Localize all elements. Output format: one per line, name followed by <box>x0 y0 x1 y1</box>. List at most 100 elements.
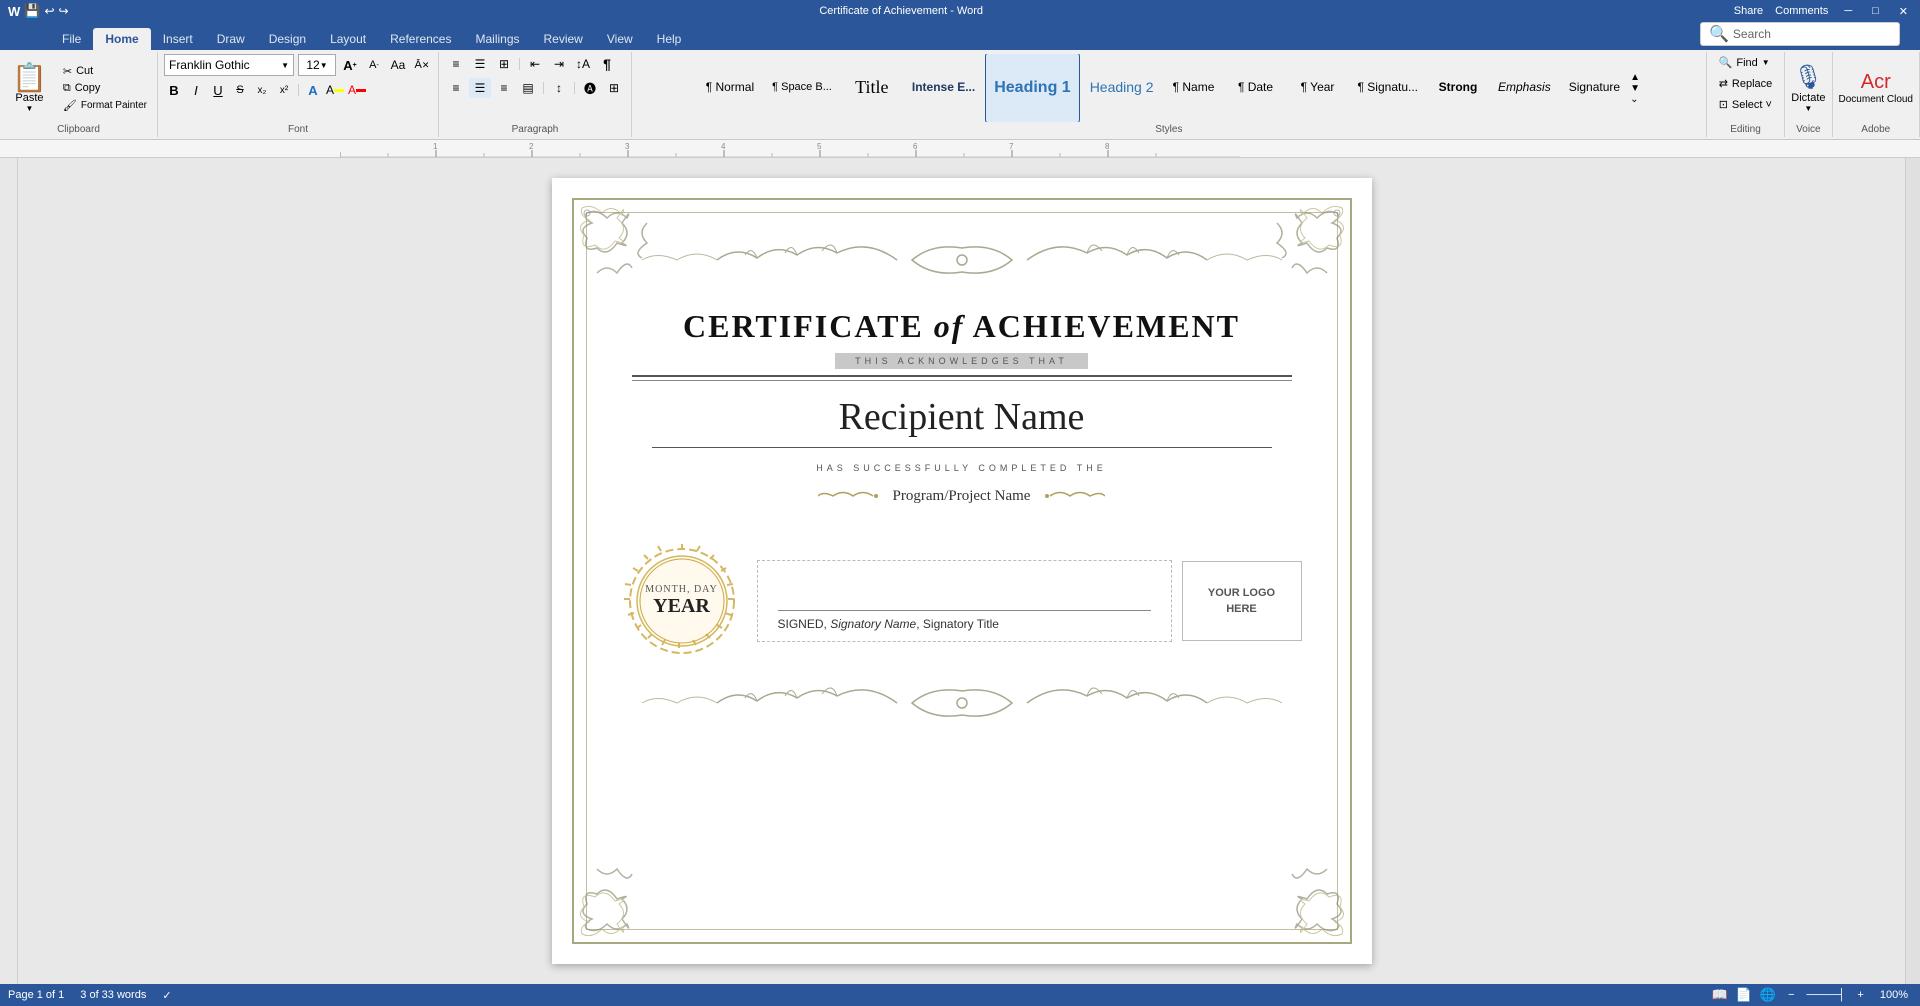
view-print-layout[interactable]: 📄 <box>1736 987 1752 1003</box>
style-normal[interactable]: ¶ Normal <box>698 54 762 122</box>
style-date[interactable]: ¶ Date <box>1226 54 1286 122</box>
zoom-out[interactable]: − <box>1784 989 1798 1001</box>
share-button[interactable]: Share <box>1734 5 1763 18</box>
document-cloud-button[interactable]: Acr Document Cloud <box>1839 71 1913 105</box>
word-logo: W <box>8 4 20 19</box>
font-size-selector[interactable]: 12 ▼ <box>298 54 336 76</box>
copy-icon: ⧉ <box>63 82 71 95</box>
font-name-dropdown[interactable]: ▼ <box>281 61 289 70</box>
cut-button[interactable]: ✂ Cut <box>59 64 151 79</box>
quick-access-save[interactable]: 💾 <box>24 3 40 19</box>
comments-button[interactable]: Comments <box>1775 5 1828 18</box>
tab-layout[interactable]: Layout <box>318 28 378 50</box>
tab-help[interactable]: Help <box>645 28 694 50</box>
decrease-indent-button[interactable]: ⇤ <box>524 54 546 74</box>
increase-indent-button[interactable]: ⇥ <box>548 54 570 74</box>
strikethrough-button[interactable]: S <box>230 80 250 100</box>
show-hide-button[interactable]: ¶ <box>596 54 618 74</box>
tab-view[interactable]: View <box>595 28 645 50</box>
tab-design[interactable]: Design <box>257 28 318 50</box>
underline-button[interactable]: U <box>208 80 228 100</box>
line-spacing-button[interactable]: ↕ <box>548 78 570 98</box>
bullets-button[interactable]: ≡ <box>445 54 467 74</box>
borders-button[interactable]: ⊞ <box>603 78 625 98</box>
font-shrink-button[interactable]: A- <box>364 55 384 75</box>
svg-text:6: 6 <box>913 142 918 151</box>
replace-button[interactable]: ⇄ Replace <box>1713 75 1779 92</box>
font-size-dropdown[interactable]: ▼ <box>320 61 328 70</box>
align-center-button[interactable]: ☰ <box>469 78 491 98</box>
text-effects-button[interactable]: A <box>303 80 323 100</box>
style-space-before[interactable]: ¶ Space B... <box>764 54 840 122</box>
clear-formatting-button[interactable]: Ā✕ <box>412 55 432 75</box>
justify-button[interactable]: ▤ <box>517 78 539 98</box>
highlight-color-button[interactable]: A <box>325 80 345 100</box>
paste-button[interactable]: 📋 Paste ▼ <box>6 62 53 115</box>
italic-button[interactable]: I <box>186 80 206 100</box>
cert-program-section: Program/Project Name <box>602 486 1322 506</box>
style-name[interactable]: ¶ Name <box>1164 54 1224 122</box>
style-heading2-preview: Heading 2 <box>1090 79 1154 96</box>
search-bar[interactable]: 🔍 Search <box>1700 22 1900 46</box>
tab-review[interactable]: Review <box>532 28 595 50</box>
align-right-button[interactable]: ≡ <box>493 78 515 98</box>
tab-references[interactable]: References <box>378 28 463 50</box>
search-input[interactable]: Search <box>1733 27 1771 41</box>
multilevel-button[interactable]: ⊞ <box>493 54 515 74</box>
subscript-button[interactable]: x₂ <box>252 80 272 100</box>
style-emphasis[interactable]: Emphasis <box>1490 54 1559 122</box>
zoom-slider[interactable]: ────┤ <box>1806 989 1845 1001</box>
bold-button[interactable]: B <box>164 80 184 100</box>
styles-scroll-down[interactable]: ▼ <box>1630 83 1640 94</box>
style-year[interactable]: ¶ Year <box>1288 54 1348 122</box>
cert-bottom-section: MONTH, DAY YEAR SIGNED, Signatory Name, … <box>602 541 1322 661</box>
maximize-button[interactable]: □ <box>1868 5 1883 18</box>
tab-home[interactable]: Home <box>93 28 150 50</box>
tab-draw[interactable]: Draw <box>205 28 257 50</box>
change-case-button[interactable]: Aa <box>388 55 408 75</box>
style-heading1[interactable]: Heading 1 <box>985 54 1079 122</box>
font-name-selector[interactable]: Franklin Gothic ▼ <box>164 54 294 76</box>
dictate-button[interactable]: 🎙 Dictate ▼ <box>1791 63 1825 113</box>
tab-file[interactable]: File <box>50 28 93 50</box>
align-left-button[interactable]: ≡ <box>445 78 467 98</box>
font-color-button[interactable]: A <box>347 80 367 100</box>
view-web-layout[interactable]: 🌐 <box>1760 987 1776 1003</box>
numbering-button[interactable]: ☰ <box>469 54 491 74</box>
minimize-button[interactable]: ─ <box>1840 5 1856 18</box>
style-signature2[interactable]: Signature <box>1561 54 1628 122</box>
style-strong[interactable]: Strong <box>1428 54 1488 122</box>
zoom-in[interactable]: + <box>1853 989 1867 1001</box>
format-painter-button[interactable]: 🖌 Format Painter <box>59 98 151 113</box>
paste-dropdown-arrow[interactable]: ▼ <box>25 104 33 113</box>
scrollbar-right[interactable] <box>1905 158 1920 984</box>
close-button[interactable]: ✕ <box>1895 5 1912 18</box>
sort-button[interactable]: ↕A <box>572 54 594 74</box>
copy-button[interactable]: ⧉ Copy <box>59 81 151 96</box>
shading-button[interactable]: 🅐 <box>579 78 601 98</box>
styles-scroll-up[interactable]: ▲ <box>1630 72 1640 83</box>
style-title[interactable]: Title <box>842 54 902 122</box>
font-grow-button[interactable]: A+ <box>340 55 360 75</box>
select-button[interactable]: ⊡ Select ˅ <box>1713 96 1778 113</box>
styles-more[interactable]: ⌄ <box>1630 94 1640 105</box>
tab-mailings[interactable]: Mailings <box>463 28 531 50</box>
cert-seal: MONTH, DAY YEAR <box>617 541 747 661</box>
paste-label: Paste <box>15 92 43 104</box>
editing-group: 🔍 Find ▼ ⇄ Replace ⊡ Select ˅ Editing <box>1707 52 1786 137</box>
style-signature[interactable]: ¶ Signatu... <box>1350 54 1426 122</box>
superscript-button[interactable]: x² <box>274 80 294 100</box>
corner-br-decoration <box>1257 849 1347 939</box>
proofing-icon[interactable]: ✓ <box>162 989 171 1002</box>
view-read-mode[interactable]: 📖 <box>1711 987 1727 1003</box>
style-intense-emphasis[interactable]: Intense E... <box>904 54 983 122</box>
zoom-level[interactable]: 100% <box>1876 989 1912 1001</box>
document-area[interactable]: CERTIFICATE of ACHIEVEMENT THIS ACKNOWLE… <box>18 158 1905 984</box>
svg-text:8: 8 <box>1105 142 1110 151</box>
quick-access-redo[interactable]: ↪ <box>59 4 69 18</box>
tab-insert[interactable]: Insert <box>151 28 205 50</box>
style-heading2[interactable]: Heading 2 <box>1082 54 1162 122</box>
find-button[interactable]: 🔍 Find ▼ <box>1713 54 1776 71</box>
quick-access-undo[interactable]: ↩ <box>44 4 54 18</box>
svg-text:3: 3 <box>625 142 630 151</box>
